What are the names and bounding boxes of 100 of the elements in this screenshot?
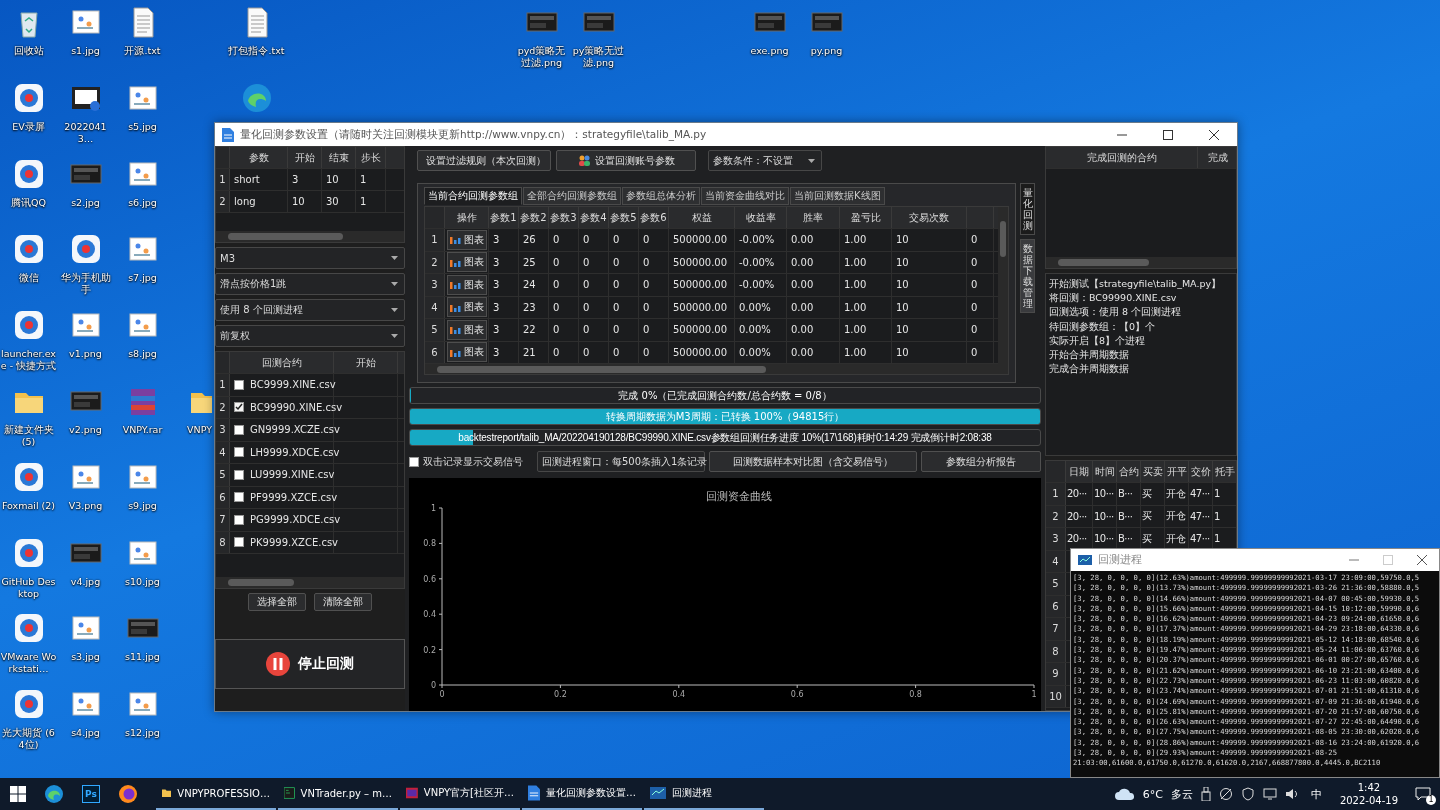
column-header[interactable]: 开始 (334, 352, 398, 373)
taskbar-app[interactable]: VNPYPROFESSIO… (156, 778, 276, 810)
table-cell[interactable]: 3 (288, 169, 322, 190)
chart-button[interactable]: 图表 (447, 342, 487, 363)
column-header[interactable]: 参数3 (549, 207, 579, 228)
desktop-icon-label: s10.jpg (125, 575, 160, 588)
column-header[interactable]: 收益率 (735, 207, 787, 228)
filter-rules-button[interactable]: 设置过滤规则（本次回测） (417, 150, 551, 171)
column-header[interactable]: 参数 (230, 147, 288, 168)
table-cell[interactable]: long (230, 191, 288, 212)
column-header[interactable]: 步长 (356, 147, 386, 168)
horizontal-scrollbar[interactable] (216, 231, 404, 242)
tab[interactable]: 当前合约回测参数组 (424, 187, 522, 205)
checkbox[interactable] (234, 537, 244, 548)
side-tab[interactable]: 量化回测 (1020, 183, 1035, 235)
taskbar-app[interactable]: VNPY官方[社区开… (400, 778, 520, 810)
column-header[interactable]: 日期 (1066, 461, 1093, 482)
notification-button[interactable]: 1 (1412, 783, 1434, 805)
select-all-button[interactable]: 选择全部 (248, 593, 306, 611)
checkbox[interactable] (234, 424, 244, 435)
input-method[interactable]: 中 (1310, 786, 1322, 802)
chart-button[interactable]: 图表 (447, 229, 487, 250)
weather-text[interactable]: 多云 (1170, 786, 1193, 802)
browser-icon[interactable] (44, 784, 64, 804)
start-icon[interactable] (10, 786, 26, 802)
firefox-icon[interactable] (118, 784, 138, 804)
taskbar-app[interactable]: 回测进程 (644, 778, 764, 810)
column-header[interactable]: 时间 (1093, 461, 1117, 482)
column-header[interactable]: 参数6 (639, 207, 669, 228)
column-header[interactable]: 开平 (1165, 461, 1189, 482)
column-header[interactable]: 完成回测的合约 (1046, 147, 1198, 168)
account-settings-button[interactable]: 设置回测账号参数 (556, 150, 696, 171)
table-cell[interactable]: short (230, 169, 288, 190)
chart-button[interactable]: 图表 (447, 319, 487, 340)
column-header[interactable]: 盈亏比 (840, 207, 892, 228)
column-header[interactable]: 托手 (1213, 461, 1236, 482)
column-header[interactable]: 合约 (1117, 461, 1141, 482)
speaker-icon[interactable] (1284, 788, 1299, 800)
clock-time[interactable]: 1:42 (1357, 781, 1381, 794)
checkbox[interactable] (409, 456, 419, 467)
horizontal-scrollbar[interactable] (1046, 257, 1236, 268)
checkbox[interactable] (234, 492, 244, 503)
side-tab[interactable]: 数据下载管理 (1020, 239, 1035, 313)
cloud-icon[interactable] (1114, 788, 1135, 800)
stop-backtest-button[interactable]: 停止回测 (215, 639, 405, 689)
column-header[interactable]: 权益 (669, 207, 735, 228)
table-cell[interactable]: 1 (356, 191, 386, 212)
parameter-condition-dropdown[interactable]: 参数条件：不设置 (708, 150, 822, 171)
table-cell[interactable]: 1 (356, 169, 386, 190)
checkbox[interactable] (234, 379, 244, 390)
log-interval-dropdown[interactable]: 回测进程窗口：每500条插入1条记录 (537, 451, 705, 472)
tab[interactable]: 当前回测数据K线图 (790, 187, 885, 205)
taskbar-app[interactable]: 量化回测参数设置… (522, 778, 642, 810)
table-cell[interactable]: 30 (322, 191, 356, 212)
chart-button[interactable]: 图表 (447, 297, 487, 318)
column-header[interactable]: 完成 (1198, 147, 1236, 168)
column-header[interactable]: 胜率 (787, 207, 840, 228)
table-cell[interactable]: 10 (288, 191, 322, 212)
tab[interactable]: 当前资金曲线对比 (701, 187, 789, 205)
column-header[interactable]: 操作 (445, 207, 489, 228)
desktop-icon-label: GitHub Desktop (0, 575, 57, 600)
temperature[interactable]: 6°C (1142, 787, 1163, 801)
column-header[interactable]: 回测合约 (230, 352, 334, 373)
checkbox[interactable] (234, 402, 244, 413)
dropdown[interactable]: 使用 8 个回测进程 (215, 299, 405, 321)
column-header[interactable]: 买卖 (1141, 461, 1165, 482)
taskbar-app[interactable]: VNTrader.py – m… (278, 778, 398, 810)
analysis-report-button[interactable]: 参数组分析报告 (921, 451, 1041, 472)
chart-button[interactable]: 图表 (447, 274, 487, 295)
column-header[interactable]: 结束 (322, 147, 356, 168)
checkbox[interactable] (234, 514, 244, 525)
network-icon[interactable] (1218, 787, 1233, 801)
compare-chart-button[interactable]: 回测数据样本对比图（含交易信号） (709, 451, 918, 472)
dropdown[interactable]: 前复权 (215, 325, 405, 347)
dropdown[interactable]: M3 (215, 247, 405, 269)
table-cell: 0 (549, 274, 579, 296)
vertical-scrollbar[interactable] (998, 207, 1008, 374)
monitor-icon[interactable] (1262, 788, 1277, 800)
chart-button[interactable]: 图表 (447, 252, 487, 273)
column-header[interactable]: 参数1 (489, 207, 519, 228)
column-header[interactable]: 交易次数 (892, 207, 967, 228)
table-cell: 500000.00 (669, 341, 735, 363)
tab[interactable]: 全部合约回测参数组 (523, 187, 621, 205)
column-header[interactable]: 交价 (1189, 461, 1213, 482)
dropdown[interactable]: 滑点按价格1跳 (215, 273, 405, 295)
usb-icon[interactable] (1200, 787, 1211, 801)
column-header[interactable]: 参数4 (579, 207, 609, 228)
clear-all-button[interactable]: 清除全部 (314, 593, 372, 611)
tab[interactable]: 参数组总体分析 (622, 187, 700, 205)
shield-icon[interactable] (1240, 787, 1255, 801)
checkbox[interactable] (234, 447, 244, 458)
photoshop-icon[interactable]: Ps (82, 785, 100, 803)
checkbox[interactable] (234, 469, 244, 480)
horizontal-scrollbar[interactable] (425, 364, 998, 374)
clock-date[interactable]: 2022-04-19 (1339, 794, 1398, 807)
column-header[interactable]: 参数2 (519, 207, 549, 228)
horizontal-scrollbar[interactable] (216, 577, 404, 588)
table-cell[interactable]: 10 (322, 169, 356, 190)
column-header[interactable]: 开始 (288, 147, 322, 168)
column-header[interactable]: 参数5 (609, 207, 639, 228)
